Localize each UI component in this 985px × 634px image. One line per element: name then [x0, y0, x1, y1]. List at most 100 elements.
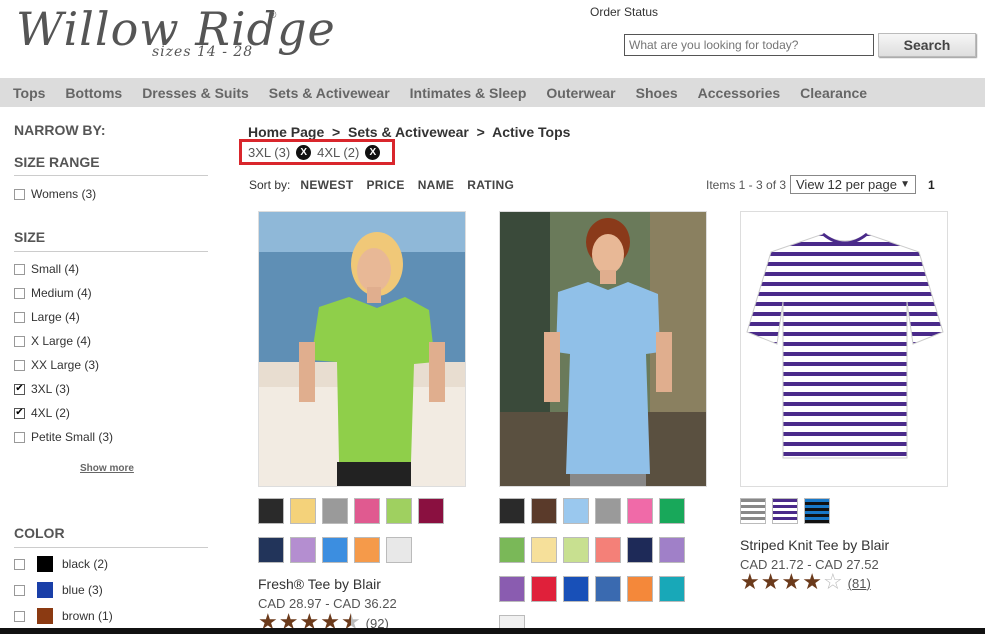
checkbox[interactable] — [14, 584, 25, 596]
order-status-link[interactable]: Order Status — [590, 5, 658, 19]
color-swatch[interactable] — [627, 537, 653, 563]
search-input[interactable] — [624, 34, 874, 56]
breadcrumb-separator: > — [328, 124, 345, 140]
color-swatch[interactable] — [258, 537, 284, 563]
nav-intimates-sleep[interactable]: Intimates & Sleep — [410, 85, 527, 101]
filter-large[interactable]: Large (4) — [14, 310, 80, 324]
color-swatch[interactable] — [322, 537, 348, 563]
product-image[interactable] — [258, 211, 466, 487]
checkbox[interactable] — [14, 287, 25, 299]
checkbox[interactable] — [14, 335, 25, 347]
search-button[interactable]: Search — [878, 33, 976, 57]
nav-accessories[interactable]: Accessories — [698, 85, 781, 101]
product-price: CAD 28.97 - CAD 36.22 — [258, 596, 397, 611]
color-swatch[interactable] — [804, 498, 830, 524]
color-swatch[interactable] — [418, 498, 444, 524]
reviews-link[interactable]: (81) — [848, 576, 871, 591]
filter-petite-small[interactable]: Petite Small (3) — [14, 430, 113, 444]
checkbox[interactable] — [14, 431, 25, 443]
color-swatch[interactable] — [499, 576, 525, 602]
filter-x-large[interactable]: X Large (4) — [14, 334, 91, 348]
checkbox[interactable] — [14, 263, 25, 275]
color-swatch[interactable] — [354, 498, 380, 524]
remove-filter-icon[interactable]: X — [365, 144, 381, 160]
filter-label: Medium (4) — [31, 286, 92, 300]
color-swatch[interactable] — [627, 498, 653, 524]
breadcrumb-home[interactable]: Home Page — [248, 124, 324, 140]
sort-price[interactable]: PRICE — [367, 178, 405, 192]
sort-bar: Sort by: NEWEST PRICE NAME RATING — [249, 178, 527, 192]
star-icon: ★ — [802, 570, 822, 595]
product-image[interactable] — [499, 211, 707, 487]
color-swatch[interactable] — [772, 498, 798, 524]
checkbox[interactable] — [14, 188, 25, 200]
color-swatch[interactable] — [659, 537, 685, 563]
product-name[interactable]: Striped Knit Tee by Blair — [740, 537, 889, 553]
filter-label: X Large (4) — [31, 334, 92, 348]
color-swatch[interactable] — [531, 498, 557, 524]
nav-tops[interactable]: Tops — [13, 85, 45, 101]
color-swatch[interactable] — [499, 537, 525, 563]
filter-color-black[interactable]: black (2) — [14, 556, 108, 572]
color-swatch[interactable] — [354, 537, 380, 563]
checkbox[interactable] — [14, 311, 25, 323]
nav-sets-activewear[interactable]: Sets & Activewear — [269, 85, 390, 101]
filter-womens[interactable]: Womens (3) — [14, 187, 96, 201]
star-icon: ★ — [740, 570, 760, 595]
product-image[interactable] — [740, 211, 948, 487]
color-swatch[interactable] — [595, 576, 621, 602]
color-swatch[interactable] — [659, 498, 685, 524]
checkbox-checked[interactable]: ✔ — [14, 407, 25, 419]
sort-newest[interactable]: NEWEST — [300, 178, 353, 192]
color-swatch[interactable] — [322, 498, 348, 524]
checkbox-checked[interactable]: ✔ — [14, 383, 25, 395]
checkbox[interactable] — [14, 359, 25, 371]
product-name[interactable]: Fresh® Tee by Blair — [258, 576, 381, 592]
star-icon: ★ — [760, 570, 781, 595]
filter-4xl[interactable]: ✔ 4XL (2) — [14, 406, 70, 420]
filter-label: 3XL (3) — [31, 382, 70, 396]
color-swatch[interactable] — [740, 498, 766, 524]
color-swatch[interactable] — [258, 498, 284, 524]
nav-bottoms[interactable]: Bottoms — [65, 85, 122, 101]
filter-color-blue[interactable]: blue (3) — [14, 582, 103, 598]
breadcrumb-category[interactable]: Sets & Activewear — [348, 124, 469, 140]
show-more-link[interactable]: Show more — [80, 463, 134, 474]
color-swatch[interactable] — [659, 576, 685, 602]
color-swatch[interactable] — [386, 498, 412, 524]
color-swatch[interactable] — [563, 537, 589, 563]
page-number[interactable]: 1 — [928, 178, 935, 192]
filter-3xl[interactable]: ✔ 3XL (3) — [14, 382, 70, 396]
sort-label: Sort by: — [249, 178, 291, 192]
color-swatch[interactable] — [627, 576, 653, 602]
color-swatch[interactable] — [290, 537, 316, 563]
nav-clearance[interactable]: Clearance — [800, 85, 867, 101]
color-swatch[interactable] — [386, 537, 412, 563]
color-swatch[interactable] — [499, 498, 525, 524]
color-swatch[interactable] — [595, 537, 621, 563]
checkbox[interactable] — [14, 610, 25, 622]
per-page-select[interactable]: View 12 per page ▼ — [790, 175, 916, 194]
color-swatch[interactable] — [531, 576, 557, 602]
nav-outerwear[interactable]: Outerwear — [546, 85, 615, 101]
sort-name[interactable]: NAME — [418, 178, 455, 192]
filter-xx-large[interactable]: XX Large (3) — [14, 358, 99, 372]
site-logo[interactable]: Willow Ridge ® sizes 14 - 28 — [16, 2, 335, 64]
filter-label: blue (3) — [62, 583, 103, 597]
filter-label: Petite Small (3) — [31, 430, 114, 444]
color-swatch[interactable] — [595, 498, 621, 524]
checkbox[interactable] — [14, 558, 25, 570]
filter-small[interactable]: Small (4) — [14, 262, 79, 276]
breadcrumb-separator: > — [472, 124, 489, 140]
color-swatch[interactable] — [563, 498, 589, 524]
remove-filter-icon[interactable]: X — [296, 144, 312, 160]
sort-rating[interactable]: RATING — [467, 178, 514, 192]
color-swatch[interactable] — [563, 576, 589, 602]
color-swatch[interactable] — [290, 498, 316, 524]
nav-dresses-suits[interactable]: Dresses & Suits — [142, 85, 249, 101]
nav-shoes[interactable]: Shoes — [636, 85, 678, 101]
filter-medium[interactable]: Medium (4) — [14, 286, 92, 300]
filter-color-brown[interactable]: brown (1) — [14, 608, 113, 624]
color-swatch[interactable] — [531, 537, 557, 563]
product-rating: ★ ★ ★ ★ ☆ (81) — [740, 570, 871, 595]
